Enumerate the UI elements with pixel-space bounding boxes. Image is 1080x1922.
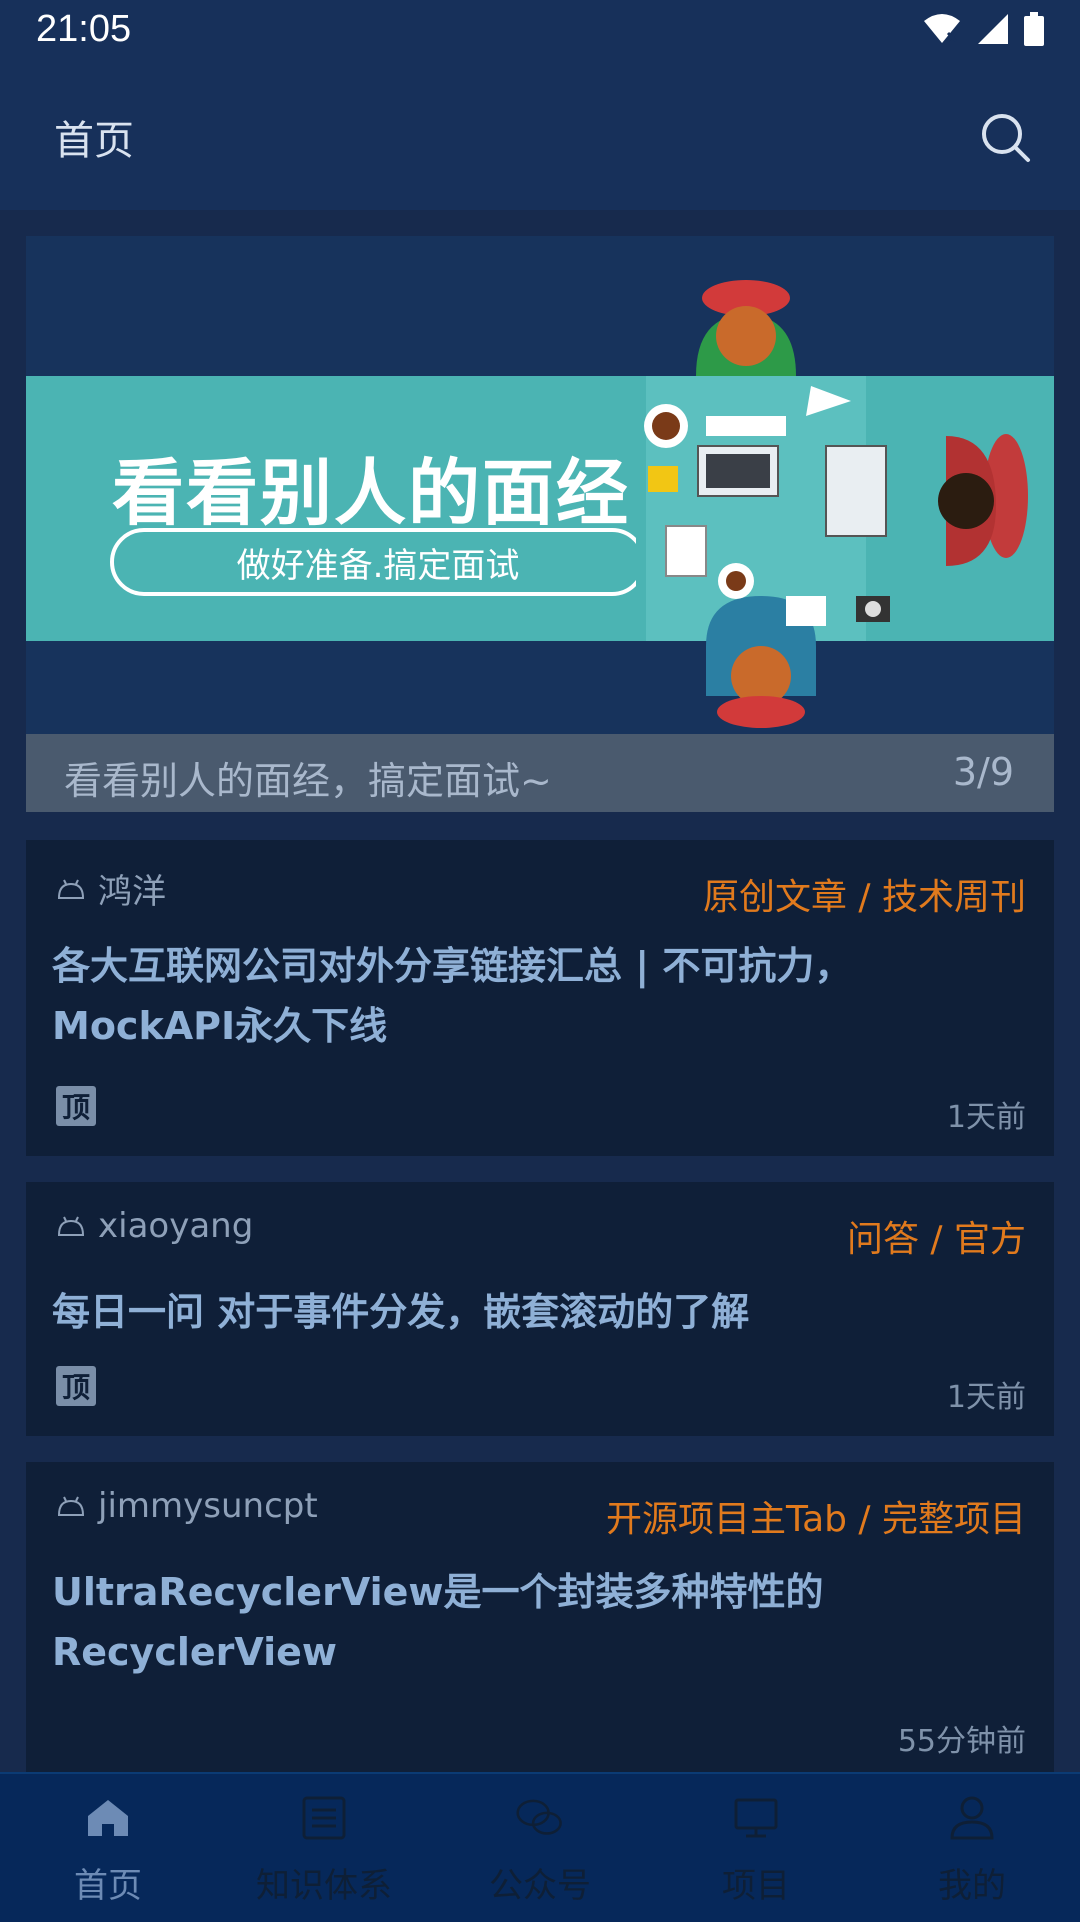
nav-wechat[interactable]: 公众号: [432, 1774, 648, 1922]
article-author: 鸿洋: [56, 864, 166, 913]
article-time: 55分钟前: [897, 1724, 1026, 1759]
battery-icon: [1024, 12, 1044, 46]
person-icon: [950, 1796, 994, 1840]
article-title: UltraRecyclerView是一个封装多种特性的 RecyclerView: [52, 1562, 972, 1682]
banner-subline: 做好准备.搞定面试: [110, 528, 646, 596]
author-name: xiaoyang: [98, 1206, 254, 1246]
home-icon: [88, 1800, 128, 1836]
nav-projects[interactable]: 项目: [648, 1774, 864, 1922]
android-icon: [57, 879, 85, 899]
nav-label: 项目: [722, 1866, 790, 1906]
article-author: xiaoyang: [56, 1206, 253, 1246]
title-line: 每日一问 对于事件分发，嵌套滚动的了解: [52, 1290, 750, 1334]
article-card[interactable]: jimmysuncpt 开源项目主Tab / 完整项目 UltraRecycle…: [26, 1462, 1054, 1782]
article-author: jimmysuncpt: [56, 1486, 318, 1526]
banner-caption-bar: 看看别人的面经，搞定面试~ 3/9: [26, 734, 1054, 812]
article-tags[interactable]: 开源项目主Tab / 完整项目: [606, 1490, 1026, 1542]
nav-knowledge[interactable]: 知识体系: [216, 1774, 432, 1922]
banner-illustration: [636, 280, 1054, 728]
nav-mine[interactable]: 我的: [864, 1774, 1080, 1922]
article-time: 1天前: [946, 1100, 1026, 1135]
banner-indicator: 3/9: [952, 750, 1014, 794]
article-tags[interactable]: 问答 / 官方: [847, 1210, 1026, 1262]
android-icon: [57, 1496, 85, 1516]
title-line: MockAPI永久下线: [52, 1004, 388, 1048]
author-name: 鸿洋: [98, 872, 166, 912]
signal-icon: [978, 14, 1008, 44]
banner-carousel[interactable]: 看看别人的面经 做好准备.搞定面试 看看别人的面经，搞定面试~ 3/9: [26, 236, 1054, 812]
nav-label: 公众号: [489, 1866, 591, 1906]
app-toolbar: 首页: [0, 64, 1080, 210]
nav-label: 首页: [74, 1866, 142, 1906]
home-content: 看看别人的面经 做好准备.搞定面试 看看别人的面经，搞定面试~ 3/9 鸿洋 原…: [0, 210, 1080, 1782]
status-time: 21:05: [36, 8, 132, 50]
nav-label: 我的: [938, 1866, 1006, 1906]
status-bar: 21:05: [0, 0, 1080, 64]
search-icon[interactable]: [978, 110, 1032, 164]
article-tags[interactable]: 原创文章 / 技术周刊: [703, 868, 1026, 920]
nav-home[interactable]: 首页: [0, 1774, 216, 1922]
article-title: 每日一问 对于事件分发，嵌套滚动的了解: [52, 1282, 972, 1342]
top-badge: 顶: [56, 1366, 96, 1406]
article-card[interactable]: xiaoyang 问答 / 官方 每日一问 对于事件分发，嵌套滚动的了解 顶 1…: [26, 1182, 1054, 1436]
title-line: 各大互联网公司对外分享链接汇总 | 不可抗力，: [52, 944, 853, 988]
wifi-icon: [924, 14, 960, 43]
monitor-icon: [734, 1798, 778, 1838]
article-time: 1天前: [946, 1380, 1026, 1415]
article-card[interactable]: 鸿洋 原创文章 / 技术周刊 各大互联网公司对外分享链接汇总 | 不可抗力， M…: [26, 840, 1054, 1156]
bottom-navigation: 首页 知识体系 公众号 项目 我的: [0, 1772, 1080, 1922]
author-name: jimmysuncpt: [98, 1486, 318, 1526]
article-title: 各大互联网公司对外分享链接汇总 | 不可抗力， MockAPI永久下线: [52, 936, 972, 1056]
page-title: 首页: [54, 118, 134, 164]
nav-label: 知识体系: [256, 1866, 392, 1906]
android-icon: [57, 1216, 85, 1236]
status-icons: [922, 12, 1044, 46]
banner-headline: 看看别人的面经: [112, 451, 631, 535]
list-icon: [302, 1796, 346, 1840]
title-line: RecyclerView: [52, 1630, 338, 1674]
title-line: UltraRecyclerView是一个封装多种特性的: [52, 1570, 824, 1614]
banner-caption: 看看别人的面经，搞定面试~: [64, 759, 552, 803]
top-badge: 顶: [56, 1086, 96, 1126]
wechat-icon: [516, 1799, 562, 1835]
